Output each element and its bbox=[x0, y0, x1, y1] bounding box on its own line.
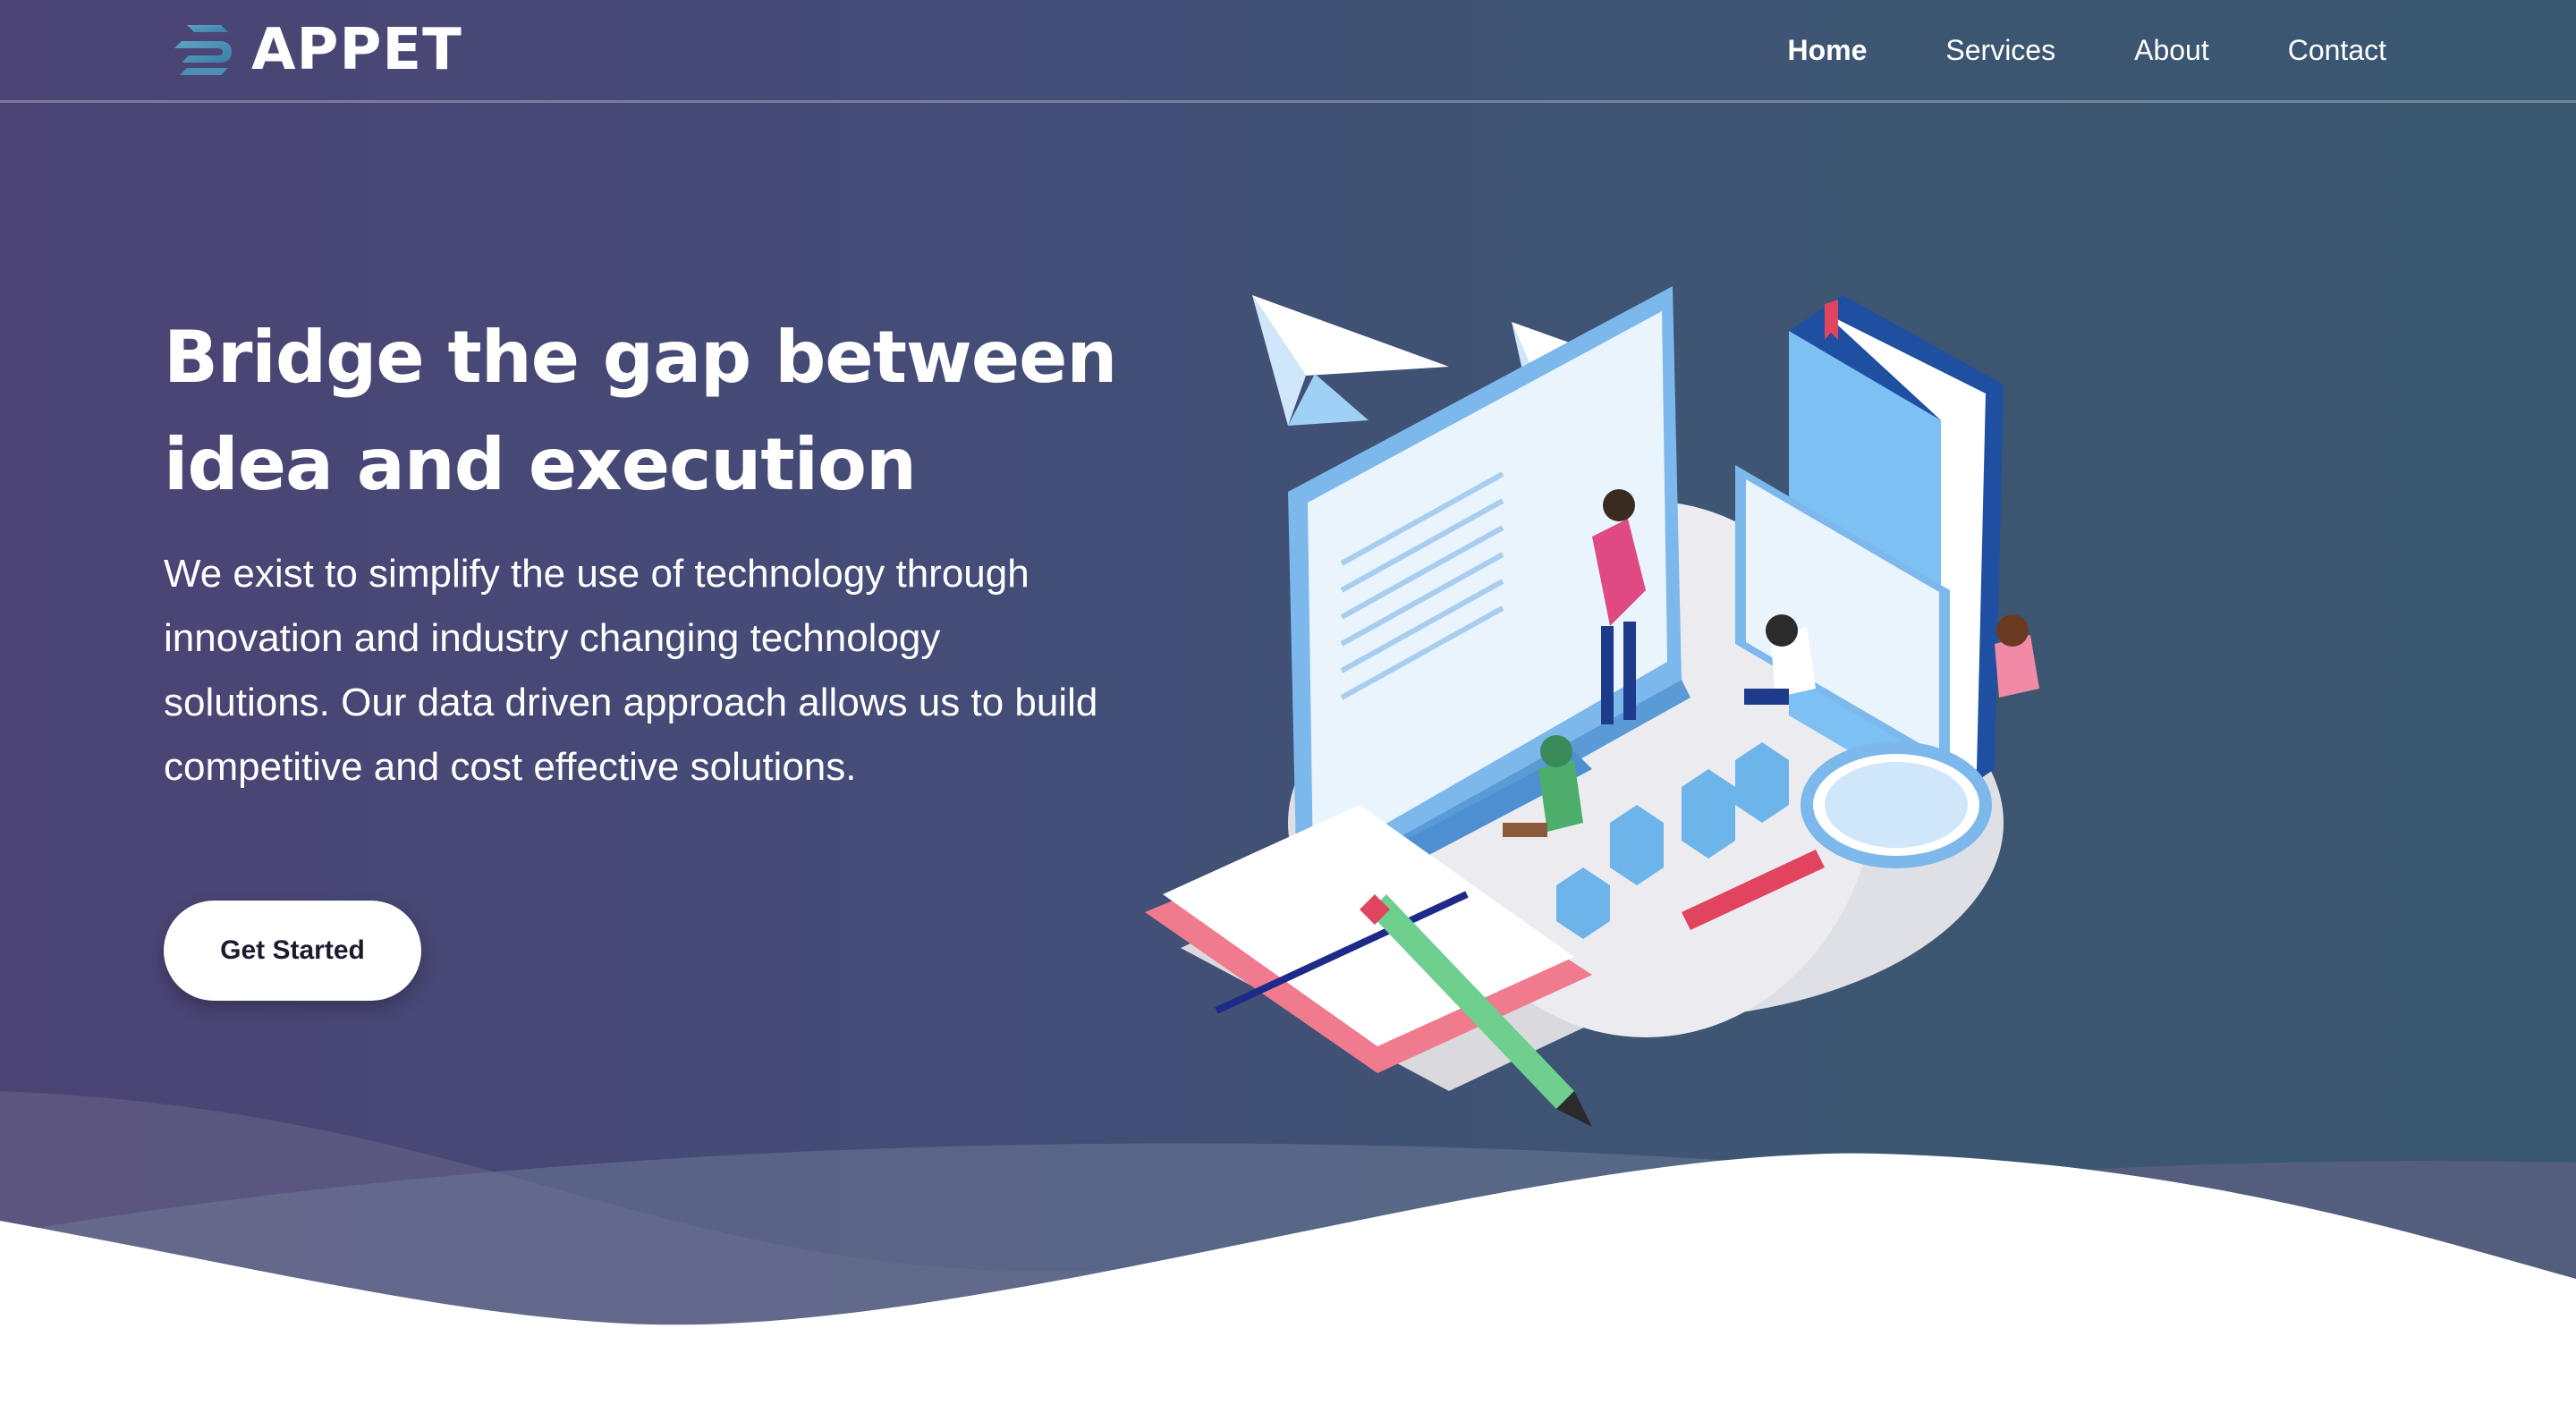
hero-headline-line2: idea and execution bbox=[164, 423, 917, 506]
stacked-layers-logo-icon bbox=[174, 25, 232, 75]
page: APPET Home Services About Contact Bridge… bbox=[0, 0, 2576, 1413]
isometric-team-workspace-illustration bbox=[1145, 286, 2039, 1127]
main-nav: Home Services About Contact bbox=[1787, 27, 2386, 73]
nav-link-about[interactable]: About bbox=[2134, 27, 2209, 73]
hero-section: APPET Home Services About Contact Bridge… bbox=[0, 0, 2576, 1413]
hero-headline-line1: Bridge the gap between bbox=[164, 316, 1117, 399]
nav-link-services[interactable]: Services bbox=[1945, 27, 2055, 73]
brand-name: APPET bbox=[251, 17, 462, 83]
nav-link-contact[interactable]: Contact bbox=[2288, 27, 2386, 73]
brand-logo-link[interactable]: APPET bbox=[174, 20, 462, 80]
hero-headline: Bridge the gap between idea and executio… bbox=[164, 304, 1148, 519]
nav-link-home[interactable]: Home bbox=[1787, 27, 1867, 73]
site-header: APPET Home Services About Contact bbox=[0, 0, 2576, 103]
get-started-button[interactable]: Get Started bbox=[164, 901, 421, 1001]
hero-description: We exist to simplify the use of technolo… bbox=[164, 552, 1098, 789]
wave-divider bbox=[0, 1091, 2576, 1413]
